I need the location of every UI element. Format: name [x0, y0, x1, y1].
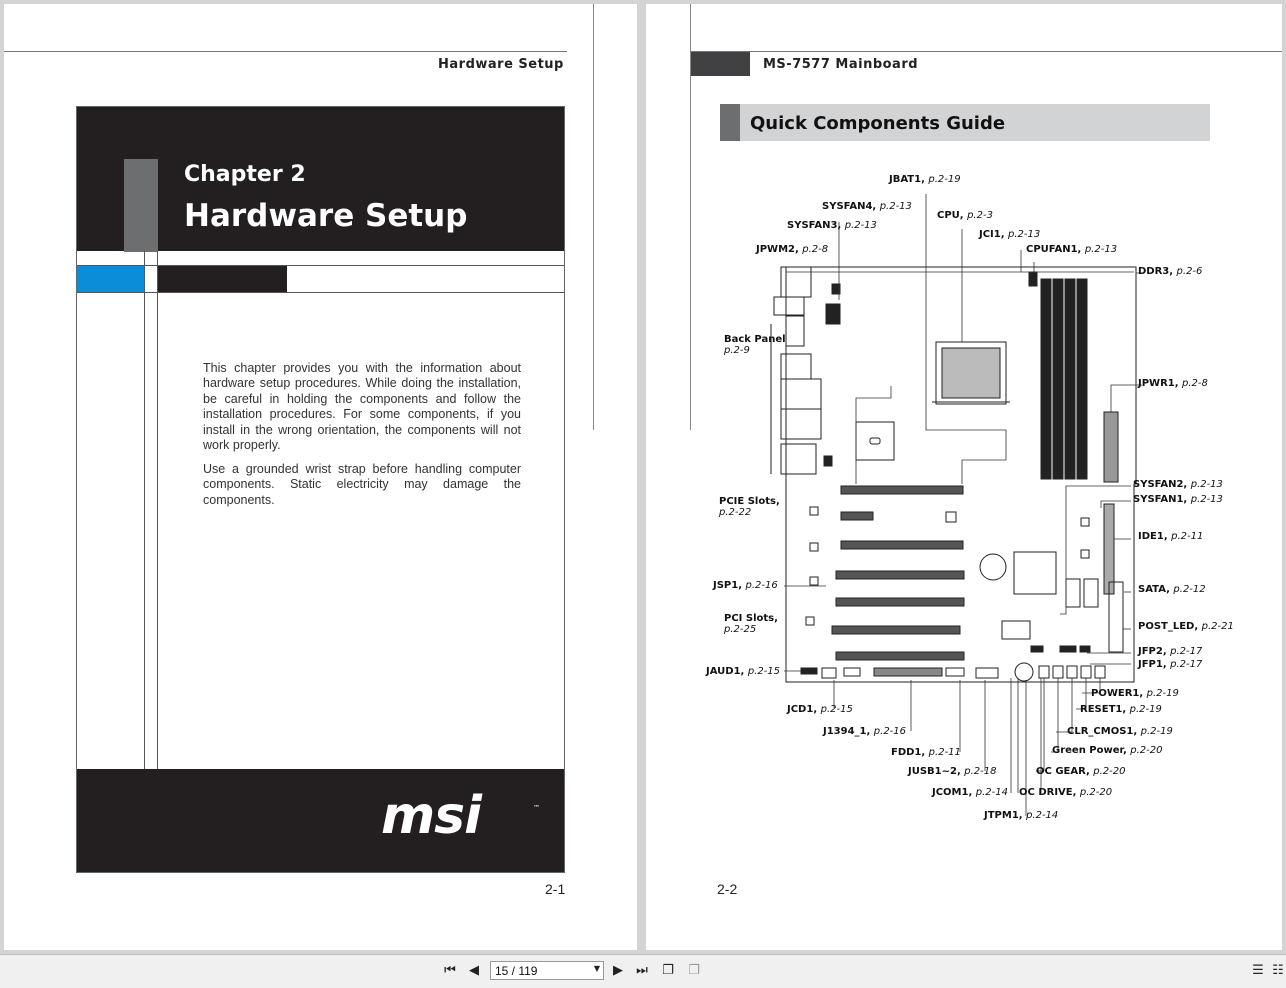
chapter-title: Hardware Setup: [184, 198, 468, 234]
label-power1: POWER1, p.2-19: [1091, 688, 1179, 699]
header-rule: [4, 51, 567, 52]
list-icon[interactable]: ☰: [1250, 963, 1266, 979]
label-oc-gear: OC GEAR, p.2-20: [1036, 766, 1126, 777]
chapter-gray-marker: [124, 159, 158, 252]
page-number: 2-1: [545, 881, 566, 897]
label-jpwr1: JPWR1, p.2-8: [1138, 378, 1208, 389]
label-jcd1: JCD1, p.2-15: [787, 704, 853, 715]
label-reset1: RESET1, p.2-19: [1080, 704, 1162, 715]
label-pcie-slots: PCIE Slots, p.2-22: [719, 496, 780, 518]
label-pci-slots: PCI Slots, p.2-25: [724, 613, 778, 635]
label-sysfan4: SYSFAN4, p.2-13: [822, 201, 912, 212]
label-fdd1: FDD1, p.2-11: [891, 747, 961, 758]
label-sata: SATA, p.2-12: [1138, 584, 1206, 595]
label-jfp1: JFP1, p.2-17: [1138, 659, 1203, 670]
label-ide1: IDE1, p.2-11: [1138, 531, 1204, 542]
label-cpufan1: CPUFAN1, p.2-13: [1026, 244, 1118, 255]
label-jsp1: JSP1, p.2-16: [713, 580, 778, 591]
label-sysfan2: SYSFAN2, p.2-13: [1133, 479, 1223, 490]
facing-view-icon[interactable]: ❐: [686, 963, 702, 979]
label-ddr3: DDR3, p.2-6: [1138, 266, 1203, 277]
label-sysfan1: SYSFAN1, p.2-13: [1133, 494, 1223, 505]
page-edge-rule: [593, 4, 594, 430]
right-page: MS-7577 Mainboard Quick Components Guide: [646, 4, 1282, 950]
page-number: 2-2: [717, 881, 738, 897]
viewer-toolbar: ⏮ ◀ 15 / 119 ▼ ▶ ⏭ ❐ ❐ ☰ ☷: [0, 954, 1286, 988]
motherboard-diagram: [770, 194, 1142, 816]
running-header: Hardware Setup: [438, 57, 564, 72]
next-page-icon[interactable]: ▶: [610, 963, 626, 979]
label-back-panel: Back Panel p.2-9: [724, 334, 786, 356]
details-icon[interactable]: ☷: [1270, 963, 1286, 979]
label-jci1: JCI1, p.2-13: [979, 229, 1041, 240]
vertical-guide-2: [157, 251, 158, 769]
left-page: Hardware Setup Chapter 2 Hardware Setup …: [4, 4, 637, 950]
page-number-value: 15 / 119: [495, 964, 538, 978]
chapter-label: Chapter 2: [184, 162, 306, 187]
label-jfp2: JFP2, p.2-17: [1138, 646, 1203, 657]
footer-band: [77, 769, 564, 872]
label-post-led: POST_LED, p.2-21: [1138, 621, 1234, 632]
accent-rule-bottom: [77, 292, 564, 293]
last-page-icon[interactable]: ⏭: [634, 963, 650, 979]
first-page-icon[interactable]: ⏮: [442, 963, 458, 979]
msi-logo: msi: [381, 786, 482, 846]
trademark-mark: ™: [533, 804, 540, 812]
vertical-guide-1: [144, 251, 145, 769]
label-jcom1: JCOM1, p.2-14: [932, 787, 1008, 798]
label-green-power: Green Power, p.2-20: [1052, 745, 1163, 756]
chapter-box: Chapter 2 Hardware Setup This chapter pr…: [76, 106, 565, 873]
label-jusb1-2: JUSB1~2, p.2-18: [908, 766, 997, 777]
label-clr-cmos1: CLR_CMOS1, p.2-19: [1067, 726, 1173, 737]
intro-paragraph: This chapter provides you with the infor…: [203, 361, 521, 453]
label-j1394-1: J1394_1, p.2-16: [823, 726, 907, 737]
label-oc-drive: OC DRIVE, p.2-20: [1019, 787, 1113, 798]
label-jtpm1: JTPM1, p.2-14: [984, 810, 1059, 821]
label-jaud1: JAUD1, p.2-15: [706, 666, 781, 677]
warning-paragraph: Use a grounded wrist strap before handli…: [203, 462, 521, 507]
label-jpwm2: JPWM2, p.2-8: [756, 244, 829, 255]
chevron-down-icon[interactable]: ▼: [594, 964, 600, 973]
prev-page-icon[interactable]: ◀: [466, 963, 482, 979]
label-sysfan3: SYSFAN3, p.2-13: [787, 220, 877, 231]
continuous-view-icon[interactable]: ❐: [660, 963, 676, 979]
dark-accent-bar: [158, 266, 287, 292]
page-number-field[interactable]: 15 / 119 ▼: [490, 961, 604, 980]
blue-accent-bar: [77, 266, 144, 292]
label-cpu: CPU, p.2-3: [937, 210, 993, 221]
accent-rule-top: [77, 265, 564, 266]
label-jbat1: JBAT1, p.2-19: [889, 174, 961, 185]
